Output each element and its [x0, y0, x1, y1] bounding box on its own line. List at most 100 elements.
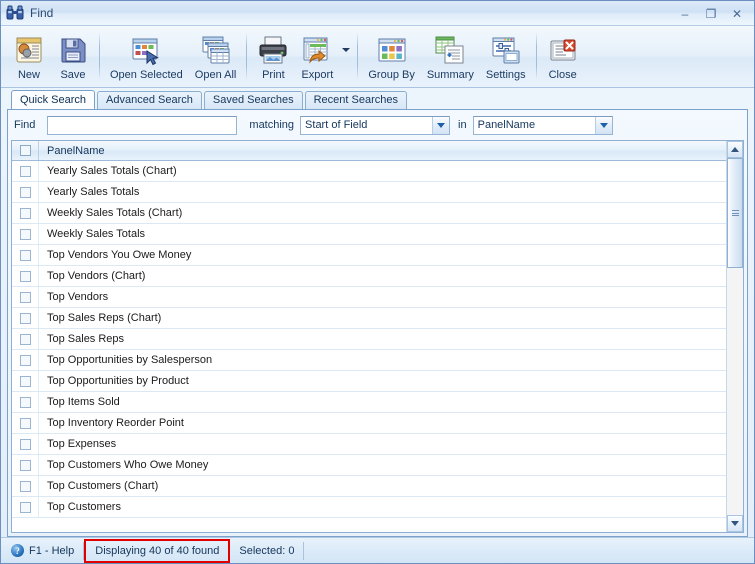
chevron-down-icon [342, 48, 351, 52]
open-selected-button-label: Open Selected [110, 69, 183, 81]
scroll-up-button[interactable] [727, 141, 743, 158]
settings-button[interactable]: Settings [480, 30, 532, 84]
table-row[interactable]: Top Customers [12, 497, 726, 518]
floppy-disk-icon [57, 34, 89, 66]
print-button[interactable]: Print [251, 30, 295, 84]
row-checkbox[interactable] [12, 224, 39, 244]
row-checkbox[interactable] [12, 497, 39, 517]
checkbox-icon [19, 312, 31, 324]
scrollbar-track[interactable] [727, 158, 743, 515]
checkbox-icon [19, 375, 31, 387]
maximize-button[interactable]: ❐ [698, 4, 724, 24]
row-checkbox[interactable] [12, 182, 39, 202]
search-row: Find matching Start of Field in PanelNam… [8, 110, 747, 140]
settings-button-label: Settings [485, 69, 526, 81]
row-panel-name: Weekly Sales Totals (Chart) [47, 207, 183, 219]
row-panel-name: Top Opportunities by Product [47, 375, 189, 387]
row-checkbox[interactable] [12, 371, 39, 391]
row-checkbox[interactable] [12, 455, 39, 475]
table-row[interactable]: Top Expenses [12, 434, 726, 455]
table-row[interactable]: Top Vendors (Chart) [12, 266, 726, 287]
open-all-icon [200, 34, 232, 66]
find-label: Find [14, 119, 36, 131]
save-button-label: Save [60, 69, 86, 81]
row-checkbox[interactable] [12, 308, 39, 328]
help-status-item[interactable]: ? F1 - Help [9, 541, 85, 560]
row-checkbox[interactable] [12, 245, 39, 265]
group-by-button[interactable]: Group By [362, 30, 420, 84]
minimize-button[interactable]: – [672, 4, 698, 24]
export-dropdown-button[interactable] [339, 30, 353, 84]
table-row[interactable]: Top Sales Reps [12, 329, 726, 350]
scrollbar-thumb[interactable] [727, 158, 743, 268]
checkbox-icon [19, 417, 31, 429]
close-document-button[interactable]: Close [541, 30, 585, 84]
new-button[interactable]: New [7, 30, 51, 84]
matching-select-value: Start of Field [305, 119, 368, 131]
search-tabs: Quick Search Advanced Search Saved Searc… [1, 90, 754, 109]
quick-search-panel: Find matching Start of Field in PanelNam… [7, 109, 748, 537]
checkbox-icon [19, 501, 31, 513]
checkbox-icon [19, 333, 31, 345]
row-checkbox[interactable] [12, 329, 39, 349]
window-controls: – ❐ ✕ [672, 1, 750, 26]
search-input[interactable] [47, 115, 238, 135]
checkbox-icon [19, 459, 31, 471]
row-checkbox[interactable] [12, 392, 39, 412]
summary-button[interactable]: Summary [421, 30, 480, 84]
open-all-button-label: Open All [194, 69, 237, 81]
checkbox-icon [19, 396, 31, 408]
tab-advanced-search[interactable]: Advanced Search [97, 91, 202, 109]
table-row[interactable]: Top Customers (Chart) [12, 476, 726, 497]
table-row[interactable]: Yearly Sales Totals (Chart) [12, 161, 726, 182]
status-bar: ? F1 - Help Displaying 40 of 40 found Se… [1, 537, 754, 563]
row-panel-name: Top Inventory Reorder Point [47, 417, 184, 429]
field-select[interactable]: PanelName [472, 115, 613, 135]
summary-button-label: Summary [426, 69, 474, 81]
save-button[interactable]: Save [51, 30, 95, 84]
row-checkbox[interactable] [12, 413, 39, 433]
toolbar-separator [99, 32, 100, 80]
row-checkbox[interactable] [12, 203, 39, 223]
tab-quick-search[interactable]: Quick Search [11, 90, 96, 109]
matching-select[interactable]: Start of Field [300, 115, 451, 135]
table-row[interactable]: Top Vendors [12, 287, 726, 308]
row-checkbox[interactable] [12, 161, 39, 181]
field-select-value: PanelName [477, 119, 536, 131]
table-row[interactable]: Weekly Sales Totals (Chart) [12, 203, 726, 224]
results-rows: Yearly Sales Totals (Chart) Yearly Sales … [12, 161, 726, 532]
table-row[interactable]: Top Sales Reps (Chart) [12, 308, 726, 329]
close-document-button-label: Close [548, 69, 577, 81]
select-all-checkbox[interactable] [12, 141, 39, 160]
results-list: PanelName Yearly Sales Totals (Chart) Yea… [11, 140, 744, 533]
export-button[interactable]: Export [295, 30, 339, 84]
checkbox-icon [19, 480, 31, 492]
column-header-panelname[interactable]: PanelName [39, 145, 726, 157]
row-checkbox[interactable] [12, 350, 39, 370]
table-row[interactable]: Top Items Sold [12, 392, 726, 413]
table-row[interactable]: Top Inventory Reorder Point [12, 413, 726, 434]
table-row[interactable]: Top Customers Who Owe Money [12, 455, 726, 476]
row-checkbox[interactable] [12, 266, 39, 286]
tab-recent-searches[interactable]: Recent Searches [304, 91, 407, 109]
displaying-status-item: Displaying 40 of 40 found [84, 538, 231, 563]
group-by-button-label: Group By [368, 69, 415, 81]
table-row[interactable]: Yearly Sales Totals [12, 182, 726, 203]
row-checkbox[interactable] [12, 476, 39, 496]
close-button[interactable]: ✕ [724, 4, 750, 24]
scroll-down-button[interactable] [727, 515, 743, 532]
checkbox-icon [19, 186, 31, 198]
row-checkbox[interactable] [12, 434, 39, 454]
row-checkbox[interactable] [12, 287, 39, 307]
open-selected-button[interactable]: Open Selected [104, 30, 189, 84]
table-row[interactable]: Top Vendors You Owe Money [12, 245, 726, 266]
table-row[interactable]: Weekly Sales Totals [12, 224, 726, 245]
open-all-button[interactable]: Open All [189, 30, 243, 84]
row-panel-name: Top Sales Reps [47, 333, 125, 345]
open-selected-icon [130, 34, 162, 66]
table-row[interactable]: Top Opportunities by Product [12, 371, 726, 392]
results-scrollbar[interactable] [726, 141, 743, 532]
tab-saved-searches[interactable]: Saved Searches [203, 91, 303, 109]
table-row[interactable]: Top Opportunities by Salesperson [12, 350, 726, 371]
checkbox-icon [19, 249, 31, 261]
